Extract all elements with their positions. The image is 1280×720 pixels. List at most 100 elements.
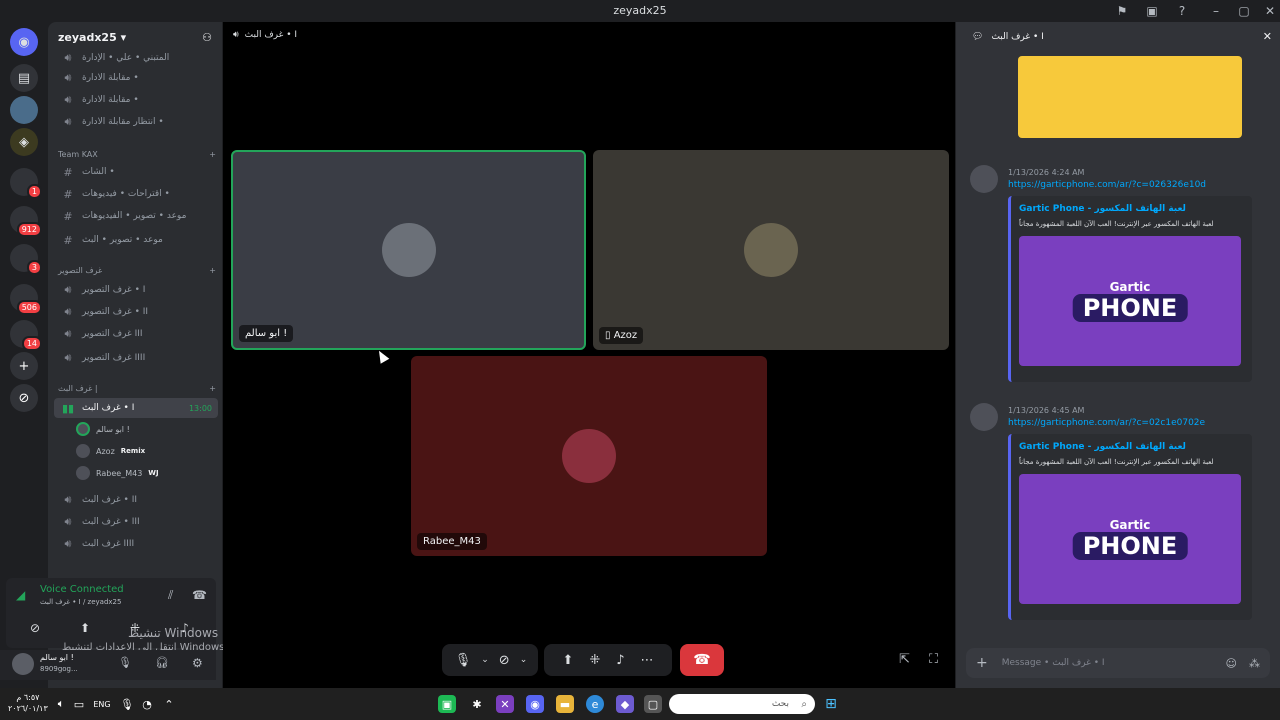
edge-icon[interactable]: e — [586, 695, 604, 713]
chevron-down-icon[interactable]: ⌄ — [520, 655, 528, 665]
app-icon[interactable]: ✱ — [468, 695, 486, 713]
voice-member[interactable]: ابو سالم ! — [76, 420, 136, 438]
video-tile[interactable]: Rabee_M43 — [411, 356, 767, 556]
user-name[interactable]: ابو سالم ! — [40, 653, 74, 662]
category-header[interactable]: غرف البث | + — [58, 384, 216, 393]
chevron-down-icon[interactable]: ⌄ — [481, 655, 489, 665]
taskbar-search[interactable]: بحث ⌕ — [669, 694, 815, 714]
voice-channel[interactable]: 🔊︎ غرف البث • III — [54, 512, 218, 532]
message-input[interactable]: + Message • غرف البث • I ☺ ⁂ — [966, 648, 1270, 678]
fullscreen-icon[interactable]: ⛶ — [929, 652, 938, 667]
voice-channel[interactable]: 🔊︎ مقابلة الادارة • — [54, 68, 218, 88]
settings-gear-icon[interactable]: ⚙ — [192, 656, 203, 670]
text-channel[interactable]: # الشات • — [54, 162, 218, 182]
embed-title[interactable]: Gartic Phone - لعبة الهاتف المكسور — [1019, 442, 1186, 452]
minimize-icon[interactable]: – — [1208, 3, 1224, 19]
direct-messages-icon[interactable]: ▤ — [10, 64, 38, 92]
voice-channel[interactable]: 🔊︎ غرف التصوير IIII — [54, 348, 218, 368]
text-channel[interactable]: # موعد • تصوير • الفيديوهات — [54, 206, 218, 226]
camera-off-icon[interactable]: ⊘ — [499, 653, 510, 668]
popout-icon[interactable]: ⇱ — [899, 652, 910, 667]
server-icon[interactable] — [10, 96, 38, 124]
close-icon[interactable]: ✕ — [1262, 3, 1278, 19]
windows-start-icon[interactable]: ⊞ — [822, 695, 840, 713]
add-channel-icon[interactable]: + — [209, 150, 216, 159]
text-channel[interactable]: # موعد • تصوير • البث — [54, 230, 218, 250]
add-channel-icon[interactable]: + — [209, 384, 216, 393]
language-indicator[interactable]: ENG — [90, 695, 114, 713]
add-member-icon[interactable]: ⚇ — [202, 31, 212, 44]
voice-channel[interactable]: 🔊︎ غرف التصوير • II — [54, 302, 218, 322]
app-icon[interactable]: ▣ — [438, 695, 456, 713]
help-inbox-icon[interactable]: ▣ — [1144, 3, 1160, 19]
discord-taskbar-icon[interactable]: ◉ — [526, 695, 544, 713]
volume-icon[interactable]: 🔈︎ — [52, 695, 70, 713]
noise-suppression-icon[interactable]: ⫽ — [168, 588, 173, 603]
category-header[interactable]: Team KAX + — [58, 150, 216, 159]
add-server-icon[interactable]: + — [10, 352, 38, 380]
avatar[interactable] — [970, 165, 998, 193]
voice-channel[interactable]: 🔊︎ غرف التصوير III — [54, 324, 218, 344]
voice-channel-active[interactable]: ▮▮ غرف البث • I 13:00 — [54, 398, 218, 418]
voice-channel[interactable]: 🔊︎ انتظار مقابلة الادارة • — [54, 112, 218, 132]
copilot-icon[interactable]: ◆ — [616, 695, 634, 713]
message-link[interactable]: https://garticphone.com/ar/?c=02c1e0702e — [1008, 418, 1205, 428]
voice-channel[interactable]: 🔊︎ المتبني • علي • الإدارة — [54, 48, 218, 68]
microphone-icon[interactable]: 🎙︎ — [455, 653, 472, 668]
microphone-tray-icon[interactable]: 🎙︎ — [118, 695, 136, 713]
server-folder-icon[interactable]: 506 — [10, 284, 42, 315]
video-tile-speaking[interactable]: ابو سالم ! — [231, 150, 586, 350]
soundboard-icon[interactable]: ♪ — [616, 653, 624, 668]
microphone-icon[interactable]: 🎙︎ — [118, 656, 132, 669]
signal-icon[interactable]: ◢ — [16, 588, 25, 602]
emoji-icon[interactable]: ☺ — [1226, 657, 1237, 670]
app-tray-icon[interactable]: ◔ — [138, 695, 156, 713]
user-avatar[interactable] — [12, 653, 34, 675]
voice-status[interactable]: Voice Connected — [40, 584, 124, 595]
video-tile[interactable]: ▯ Azoz — [593, 150, 949, 350]
embed-image[interactable]: Gartic PHONE — [1019, 474, 1241, 604]
voice-member[interactable]: Rabee_M43 WJ — [76, 464, 159, 482]
activities-icon[interactable]: ⁜ — [589, 653, 600, 668]
voice-channel[interactable]: 🔊︎ غرف البث IIII — [54, 534, 218, 554]
shared-image[interactable] — [1018, 56, 1242, 138]
disconnect-icon[interactable]: ☎ — [192, 588, 207, 602]
clock[interactable]: ٦:٥٧ م ٢٠٢٦/٠١/١٣ — [8, 692, 48, 714]
voice-channel-path[interactable]: غرف البث • I / zeyadx25 — [40, 598, 121, 606]
close-icon[interactable]: ✕ — [1263, 30, 1272, 43]
embed-title[interactable]: Gartic Phone - لعبة الهاتف المكسور — [1019, 204, 1186, 214]
discord-home-icon[interactable]: ◉ — [10, 28, 38, 56]
explore-icon[interactable]: ⊘ — [10, 384, 38, 412]
voice-channel[interactable]: 🔊︎ غرف البث • II — [54, 490, 218, 510]
text-channel[interactable]: # اقتراحات • فيديوهات • — [54, 184, 218, 204]
headphones-icon[interactable]: 🎧︎ — [155, 656, 169, 669]
disconnect-button[interactable]: ☎ — [680, 644, 724, 676]
inbox-icon[interactable]: ⚑ — [1114, 3, 1130, 19]
voice-member[interactable]: Azoz Remix — [76, 442, 145, 460]
server-folder-icon[interactable]: 14 — [10, 320, 42, 351]
chevron-up-icon[interactable]: ⌃ — [160, 695, 178, 713]
avatar[interactable] — [970, 403, 998, 431]
screen-share-button[interactable]: ⬆ — [64, 616, 106, 640]
help-icon[interactable]: ? — [1174, 3, 1190, 19]
server-folder-icon[interactable]: 1 — [10, 168, 42, 199]
server-folder-icon[interactable]: 3 — [10, 244, 42, 275]
message-link[interactable]: https://garticphone.com/ar/?c=026326e10d — [1008, 180, 1206, 190]
server-folder-icon[interactable]: 912 — [10, 206, 42, 237]
add-channel-icon[interactable]: + — [209, 266, 216, 275]
app-icon[interactable]: ✕ — [496, 695, 514, 713]
server-icon[interactable]: ◈ — [10, 128, 38, 156]
camera-off-button[interactable]: ⊘ — [14, 616, 56, 640]
screen-share-icon[interactable]: ⬆ — [562, 653, 573, 668]
network-icon[interactable]: ▭ — [70, 695, 88, 713]
category-header[interactable]: غرف التصوير + — [58, 266, 216, 275]
embed-image[interactable]: Gartic PHONE — [1019, 236, 1241, 366]
voice-channel[interactable]: 🔊︎ مقابلة الادارة • — [54, 90, 218, 110]
file-explorer-icon[interactable]: ▬ — [556, 695, 574, 713]
more-icon[interactable]: ⋯ — [641, 653, 654, 668]
voice-channel[interactable]: 🔊︎ غرف التصوير • I — [54, 280, 218, 300]
app-icon[interactable]: ▢ — [644, 695, 662, 713]
add-attachment-icon[interactable]: + — [976, 655, 988, 671]
maximize-icon[interactable]: ▢ — [1236, 3, 1252, 19]
apps-icon[interactable]: ⁂ — [1249, 657, 1260, 670]
